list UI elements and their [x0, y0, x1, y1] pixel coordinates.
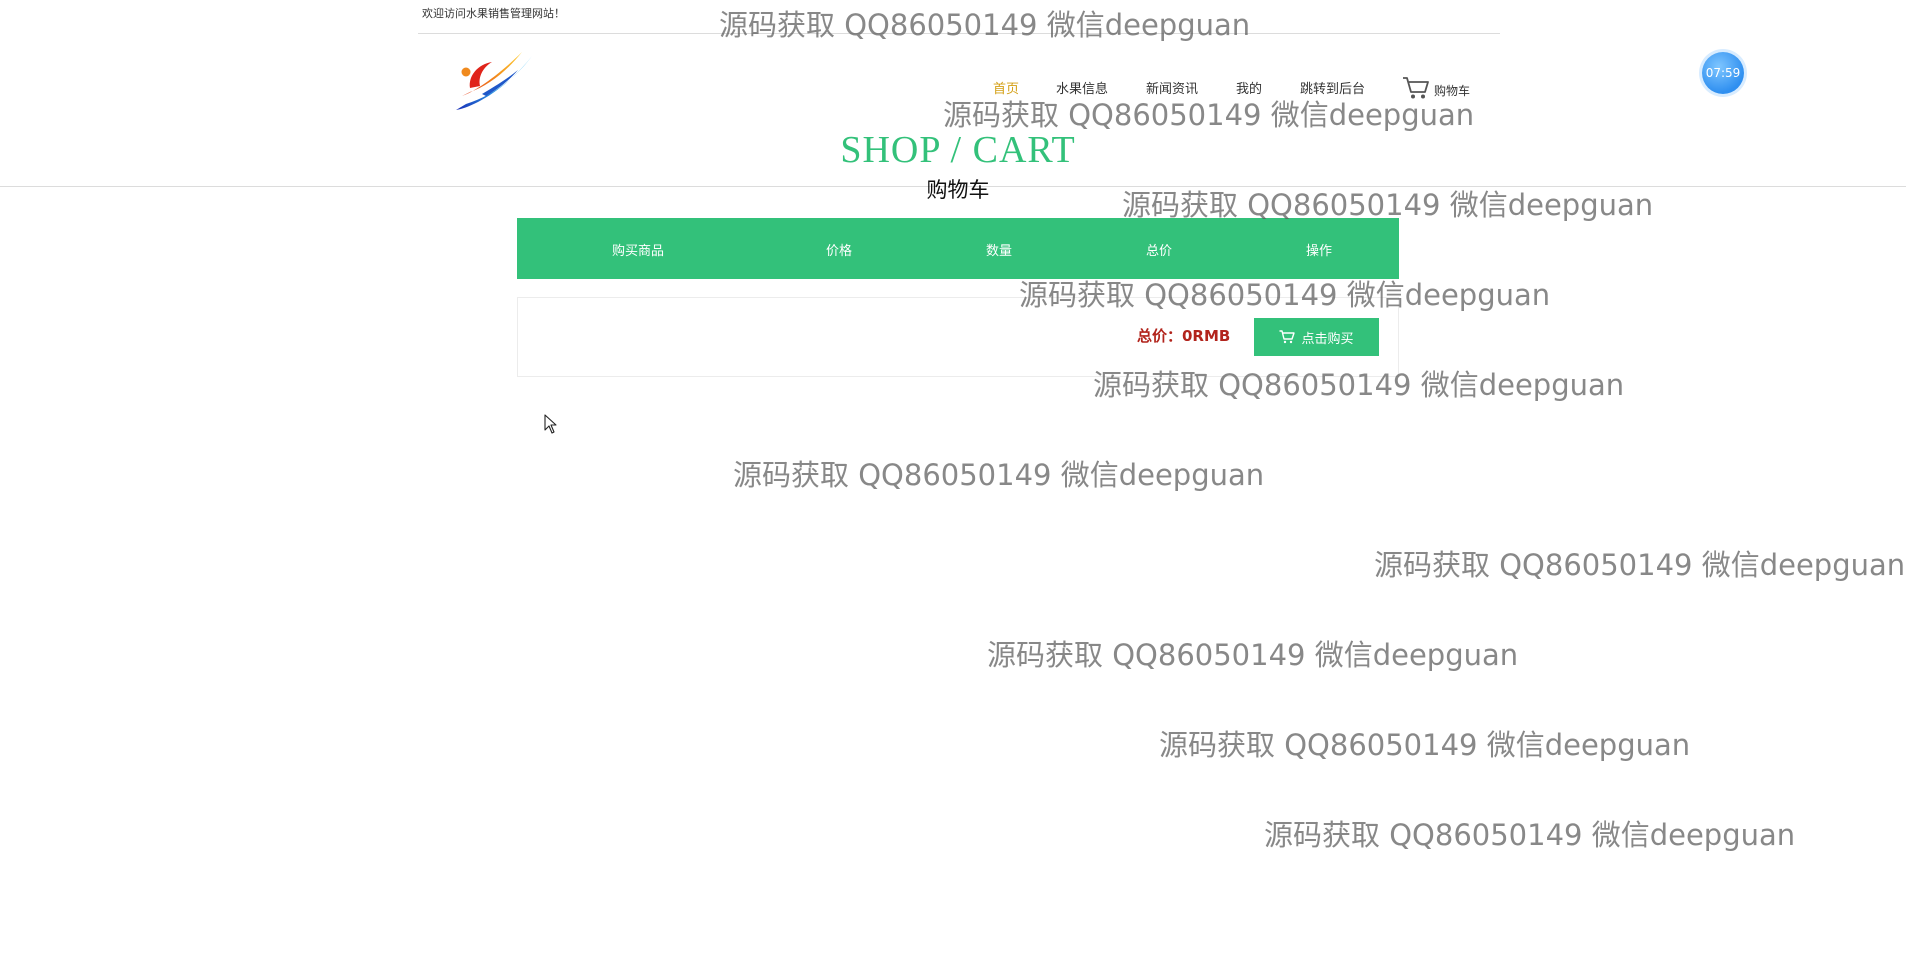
site-logo[interactable]: [452, 48, 536, 116]
watermark: 源码获取 QQ86050149 微信deepguan: [1374, 548, 1906, 582]
watermark: 源码获取 QQ86050149 微信deepguan: [1264, 818, 1796, 852]
nav-admin[interactable]: 跳转到后台: [1300, 78, 1365, 97]
watermark: 源码获取 QQ86050149 微信deepguan: [987, 638, 1519, 672]
column-header-actions: 操作: [1305, 244, 1333, 259]
nav-cart-link[interactable]: 购物车: [1402, 76, 1470, 100]
mouse-cursor: [544, 414, 558, 438]
buy-button[interactable]: 点击购买: [1254, 318, 1379, 356]
page-title-en: SHOP / CART: [840, 129, 1076, 171]
column-header-product: 购买商品: [611, 244, 665, 259]
page-title-cn: 购物车: [926, 178, 990, 202]
nav-home[interactable]: 首页: [993, 78, 1019, 97]
cart-table-header: 购买商品 价格 数量 总价 操作: [517, 218, 1399, 279]
top-bar: 欢迎访问水果销售管理网站！: [418, 0, 1500, 34]
watermark: 源码获取 QQ86050149 微信deepguan: [733, 458, 1265, 492]
nav-news[interactable]: 新闻资讯: [1146, 78, 1198, 97]
clock-time: 07:59: [1705, 66, 1741, 80]
welcome-text: 欢迎访问水果销售管理网站！: [422, 7, 565, 20]
column-header-subtotal: 总价: [1145, 244, 1173, 259]
cart-link-label: 购物车: [1434, 84, 1471, 98]
buy-button-label: 点击购买: [1301, 331, 1354, 347]
pointer-icon: [544, 414, 557, 434]
watermark: 源码获取 QQ86050149 微信deepguan: [1159, 728, 1691, 762]
cart-icon: [1403, 77, 1429, 99]
nav-fruit-info[interactable]: 水果信息: [1056, 78, 1108, 97]
cart-total: 总价：0RMB: [1137, 327, 1231, 345]
cart-icon: [1279, 330, 1296, 344]
logo-icon: [456, 52, 532, 110]
clock-badge: 07:59: [1702, 52, 1744, 94]
column-header-quantity: 数量: [985, 244, 1013, 259]
column-header-price: 价格: [825, 244, 853, 259]
nav-mine[interactable]: 我的: [1236, 78, 1262, 97]
